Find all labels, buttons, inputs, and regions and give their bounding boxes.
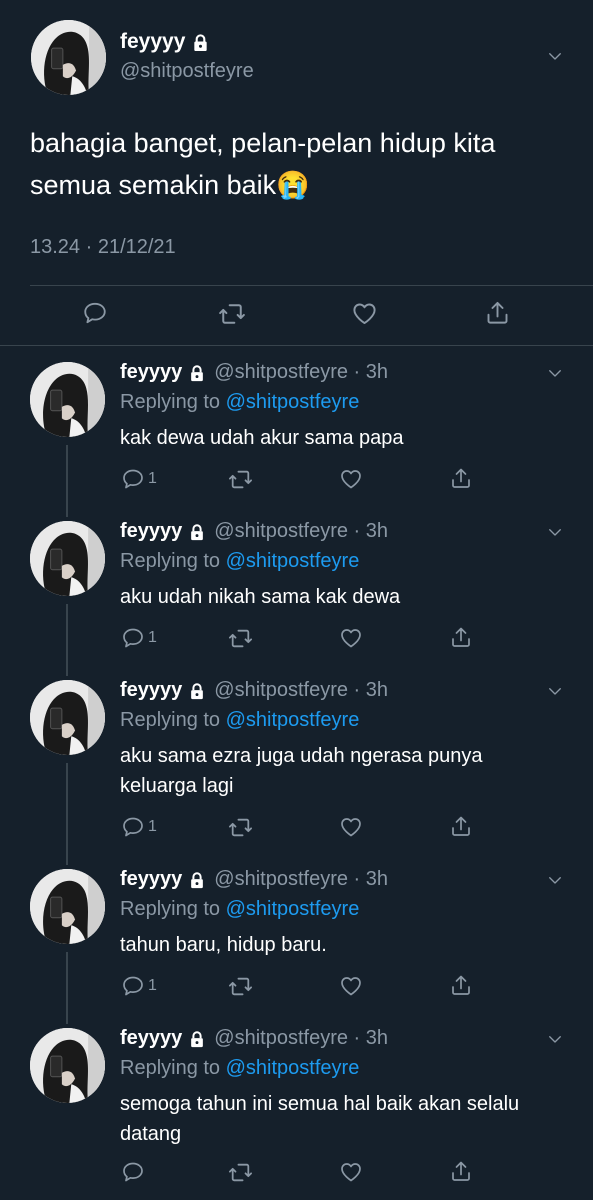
timestamp: 13.24 · 21/12/21 [30,236,176,258]
handle[interactable]: @shitpostfeyre [214,1027,348,1050]
divider [0,345,593,346]
reply-icon[interactable] [121,974,145,998]
handle[interactable]: @shitpostfeyre [120,60,254,83]
time: 3h [365,679,389,701]
handle[interactable]: @shitpostfeyre [214,361,348,384]
replying-to-label: Replying to [120,898,221,920]
avatar[interactable] [30,362,105,437]
retweet-icon[interactable] [228,1160,253,1185]
reply-count: 1 [148,818,157,835]
reply-icon[interactable] [82,300,108,326]
thread-line [66,763,68,865]
display-name[interactable]: feyyyy [120,30,185,54]
share-icon[interactable] [449,625,473,649]
time: 3h [365,520,389,542]
time: 3h [365,1027,389,1049]
chevron-down-icon[interactable] [546,871,564,889]
avatar[interactable] [30,1028,105,1103]
time: 3h [365,868,389,890]
chevron-down-icon[interactable] [546,682,564,700]
divider [30,285,593,286]
tweet-text: tahun baru, hidup baru. [120,934,327,956]
chevron-down-icon[interactable] [546,47,564,65]
chevron-down-icon[interactable] [546,523,564,541]
avatar[interactable] [30,521,105,596]
avatar-photo [30,869,105,944]
replying-to-label: Replying to [120,1057,221,1079]
display-name[interactable]: feyyyy [120,1027,182,1050]
replying-to-link[interactable]: @shitpostfeyre [226,709,360,732]
display-name[interactable]: feyyyy [120,868,182,891]
replying-to-link[interactable]: @shitpostfeyre [226,898,360,921]
tweet-text: bahagia banget, pelan-pelan hidup kita s… [30,128,496,200]
avatar-photo [30,362,105,437]
thread-line [66,952,68,1024]
reply-icon[interactable] [121,1160,145,1184]
lock-icon [188,364,206,382]
avatar[interactable] [30,680,105,755]
avatar-photo [30,1028,105,1103]
like-icon[interactable] [339,974,363,998]
retweet-icon[interactable] [228,815,253,840]
display-name[interactable]: feyyyy [120,520,182,543]
like-icon[interactable] [339,626,363,650]
tweet-text: aku udah nikah sama kak dewa [120,586,401,608]
thread-line [66,445,68,517]
retweet-icon[interactable] [228,626,253,651]
replying-to-label: Replying to [120,550,221,572]
retweet-icon[interactable] [228,974,253,999]
avatar-photo [31,20,106,95]
lock-icon [188,523,206,541]
replying-to-link[interactable]: @shitpostfeyre [226,1057,360,1080]
share-icon[interactable] [449,973,473,997]
replying-to-link[interactable]: @shitpostfeyre [226,391,360,414]
handle[interactable]: @shitpostfeyre [214,520,348,543]
avatar[interactable] [31,20,106,95]
avatar-photo [30,521,105,596]
chevron-down-icon[interactable] [546,364,564,382]
like-icon[interactable] [339,815,363,839]
like-icon[interactable] [339,467,363,491]
lock-icon [191,33,210,52]
avatar-photo [30,680,105,755]
tweet-text: kak dewa udah akur sama papa [120,427,404,449]
tweet-text: aku sama ezra juga udah ngerasa punya ke… [120,745,483,797]
reply-icon[interactable] [121,815,145,839]
like-icon[interactable] [339,1160,363,1184]
reply-icon[interactable] [121,626,145,650]
chevron-down-icon[interactable] [546,1030,564,1048]
replying-to-link[interactable]: @shitpostfeyre [226,550,360,573]
display-name[interactable]: feyyyy [120,679,182,702]
share-icon[interactable] [484,299,511,326]
avatar[interactable] [30,869,105,944]
lock-icon [188,871,206,889]
share-icon[interactable] [449,1159,473,1183]
handle[interactable]: @shitpostfeyre [214,868,348,891]
handle[interactable]: @shitpostfeyre [214,679,348,702]
tweet-text: semoga tahun ini semua hal baik akan sel… [120,1093,520,1145]
retweet-icon[interactable] [218,300,246,328]
time: 3h [365,361,389,383]
reply-count: 1 [148,470,157,487]
replying-to-label: Replying to [120,709,221,731]
lock-icon [188,1030,206,1048]
lock-icon [188,682,206,700]
share-icon[interactable] [449,466,473,490]
like-icon[interactable] [351,300,378,327]
share-icon[interactable] [449,814,473,838]
reply-count: 1 [148,629,157,646]
reply-icon[interactable] [121,467,145,491]
retweet-icon[interactable] [228,467,253,492]
thread-line [66,604,68,676]
display-name[interactable]: feyyyy [120,361,182,384]
reply-count: 1 [148,977,157,994]
replying-to-label: Replying to [120,391,221,413]
